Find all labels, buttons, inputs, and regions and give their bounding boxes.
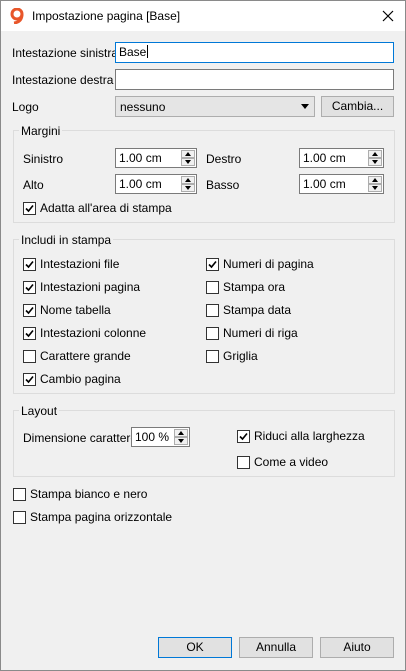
logo-label: Logo — [12, 100, 39, 114]
margins-group-title: Margini — [19, 124, 63, 138]
font-size-spinner[interactable]: 100 % — [131, 427, 190, 447]
spin-down-icon[interactable] — [368, 158, 382, 166]
chevron-down-icon — [301, 104, 309, 109]
fit-print-area-checkbox[interactable]: Adatta all'area di stampa — [23, 201, 172, 215]
include-print-date-checkbox[interactable]: Stampa data — [206, 303, 291, 317]
check-icon — [25, 375, 34, 383]
left-header-value: Base — [119, 45, 147, 59]
spin-up-icon[interactable] — [368, 176, 382, 184]
margin-right-label: Destro — [206, 152, 242, 166]
spin-down-icon[interactable] — [174, 437, 188, 445]
right-header-label: Intestazione destra — [12, 73, 114, 87]
margin-top-label: Alto — [23, 178, 44, 192]
window-title: Impostazione pagina [Base] — [32, 9, 181, 23]
check-icon — [208, 260, 217, 268]
logo-select-value: nessuno — [120, 100, 166, 114]
layout-group-title: Layout — [19, 404, 60, 418]
font-size-value: 100 % — [135, 430, 170, 444]
include-row-numbers-checkbox[interactable]: Numeri di riga — [206, 326, 298, 340]
help-button[interactable]: Aiuto — [320, 637, 394, 658]
include-page-break-label: Cambio pagina — [40, 372, 121, 386]
include-row-numbers-label: Numeri di riga — [223, 326, 298, 340]
include-large-font-checkbox[interactable]: Carattere grande — [23, 349, 131, 363]
margin-right-spinner[interactable]: 1.00 cm — [299, 148, 384, 168]
include-table-name-checkbox[interactable]: Nome tabella — [23, 303, 111, 317]
page-setup-dialog: Impostazione pagina [Base] Intestazione … — [0, 0, 406, 671]
include-print-time-checkbox[interactable]: Stampa ora — [206, 280, 285, 294]
title-bar: Impostazione pagina [Base] — [1, 1, 405, 31]
spin-up-icon[interactable] — [181, 176, 195, 184]
include-page-headers-checkbox[interactable]: Intestazioni pagina — [23, 280, 140, 294]
black-white-checkbox[interactable]: Stampa bianco e nero — [13, 487, 147, 501]
margin-top-value: 1.00 cm — [119, 177, 162, 191]
cancel-button[interactable]: Annulla — [239, 637, 313, 658]
spin-down-icon[interactable] — [181, 158, 195, 166]
fit-print-area-label: Adatta all'area di stampa — [40, 201, 172, 215]
spin-up-icon[interactable] — [181, 150, 195, 158]
landscape-checkbox[interactable]: Stampa pagina orizzontale — [13, 510, 172, 524]
shrink-to-width-label: Riduci alla larghezza — [254, 429, 365, 443]
margin-left-spinner[interactable]: 1.00 cm — [115, 148, 197, 168]
check-icon — [25, 204, 34, 212]
include-page-numbers-checkbox[interactable]: Numeri di pagina — [206, 257, 314, 271]
left-header-label: Intestazione sinistra — [12, 46, 119, 60]
spin-up-icon[interactable] — [174, 429, 188, 437]
logo-select[interactable]: nessuno — [115, 96, 315, 117]
font-size-label: Dimensione carattere — [23, 431, 138, 445]
include-page-numbers-label: Numeri di pagina — [223, 257, 314, 271]
check-icon — [239, 432, 248, 440]
margin-left-label: Sinistro — [23, 152, 64, 166]
right-header-input[interactable] — [115, 69, 394, 90]
include-print-time-label: Stampa ora — [223, 280, 286, 294]
include-large-font-label: Carattere grande — [40, 349, 131, 363]
as-on-screen-label: Come a video — [254, 455, 329, 469]
landscape-label: Stampa pagina orizzontale — [30, 510, 173, 524]
spin-up-icon[interactable] — [368, 150, 382, 158]
close-icon — [382, 10, 394, 22]
include-column-headers-checkbox[interactable]: Intestazioni colonne — [23, 326, 146, 340]
include-page-break-checkbox[interactable]: Cambio pagina — [23, 372, 121, 386]
app-logo-icon — [9, 7, 25, 25]
left-header-input[interactable]: Base — [115, 42, 394, 63]
margin-left-value: 1.00 cm — [119, 151, 162, 165]
check-icon — [25, 329, 34, 337]
black-white-label: Stampa bianco e nero — [30, 487, 148, 501]
margin-bottom-value: 1.00 cm — [303, 177, 346, 191]
include-print-date-label: Stampa data — [223, 303, 292, 317]
include-page-headers-label: Intestazioni pagina — [40, 280, 141, 294]
spin-down-icon[interactable] — [181, 184, 195, 192]
check-icon — [25, 260, 34, 268]
check-icon — [25, 283, 34, 291]
include-table-name-label: Nome tabella — [40, 303, 111, 317]
margin-right-value: 1.00 cm — [303, 151, 346, 165]
spin-down-icon[interactable] — [368, 184, 382, 192]
change-logo-button[interactable]: Cambia... — [321, 96, 394, 117]
include-grid-checkbox[interactable]: Griglia — [206, 349, 258, 363]
include-file-headers-checkbox[interactable]: Intestazioni file — [23, 257, 119, 271]
include-column-headers-label: Intestazioni colonne — [40, 326, 147, 340]
margin-top-spinner[interactable]: 1.00 cm — [115, 174, 197, 194]
shrink-to-width-checkbox[interactable]: Riduci alla larghezza — [237, 429, 365, 443]
margin-bottom-spinner[interactable]: 1.00 cm — [299, 174, 384, 194]
margin-bottom-label: Basso — [206, 178, 240, 192]
ok-button[interactable]: OK — [158, 637, 232, 658]
include-group-title: Includi in stampa — [19, 233, 114, 247]
close-button[interactable] — [371, 1, 405, 31]
as-on-screen-checkbox[interactable]: Come a video — [237, 455, 328, 469]
include-file-headers-label: Intestazioni file — [40, 257, 120, 271]
check-icon — [25, 306, 34, 314]
include-grid-label: Griglia — [223, 349, 258, 363]
